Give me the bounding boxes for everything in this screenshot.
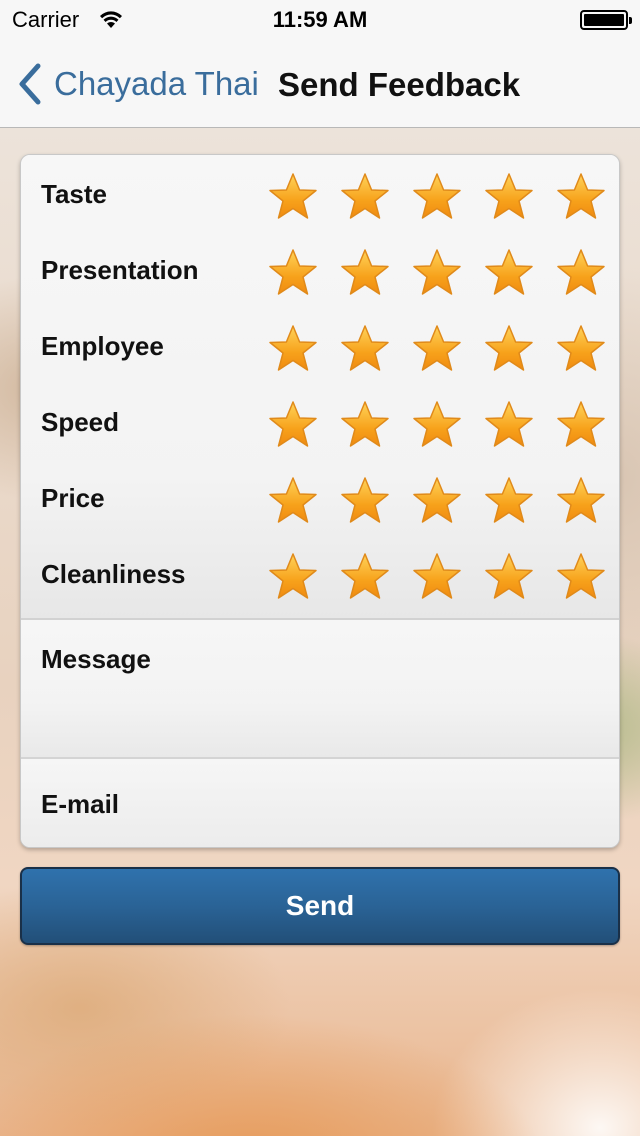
page-title: Send Feedback (278, 66, 521, 103)
star-filled-icon[interactable] (266, 551, 320, 605)
star-filled-icon[interactable] (338, 171, 392, 225)
star-filled-icon[interactable] (410, 475, 464, 529)
rating-row-presentation: Presentation (21, 233, 619, 309)
rating-label: Taste (41, 179, 107, 209)
star-filled-icon[interactable] (338, 475, 392, 529)
star-filled-icon[interactable] (266, 323, 320, 377)
star-filled-icon[interactable] (482, 399, 536, 453)
star-filled-icon[interactable] (266, 475, 320, 529)
star-filled-icon[interactable] (482, 247, 536, 301)
star-filled-icon[interactable] (554, 399, 608, 453)
star-rating (266, 399, 619, 453)
star-filled-icon[interactable] (338, 247, 392, 301)
star-filled-icon[interactable] (266, 171, 320, 225)
star-rating (266, 247, 619, 301)
clock: 11:59 AM (272, 7, 368, 32)
star-filled-icon[interactable] (410, 399, 464, 453)
status-bar: Carrier 11:59 AM (0, 0, 640, 40)
rating-label: Cleanliness (41, 559, 186, 589)
star-filled-icon[interactable] (554, 171, 608, 225)
star-filled-icon[interactable] (482, 475, 536, 529)
rating-label: Employee (41, 331, 164, 361)
battery-icon (580, 10, 632, 30)
message-label: Message (41, 644, 151, 674)
star-filled-icon[interactable] (410, 323, 464, 377)
message-field[interactable]: Message (21, 620, 619, 759)
send-button[interactable]: Send (20, 867, 620, 945)
feedback-form: Taste Presentation Employee Speed Price … (20, 154, 620, 848)
chevron-left-icon (19, 63, 41, 105)
star-filled-icon[interactable] (338, 399, 392, 453)
back-button-label: Chayada Thai (54, 65, 259, 102)
star-rating (266, 323, 619, 377)
star-rating (266, 551, 619, 605)
star-filled-icon[interactable] (338, 551, 392, 605)
rating-row-taste: Taste (21, 157, 619, 233)
star-rating (266, 475, 619, 529)
rating-label: Presentation (41, 255, 199, 285)
email-field[interactable]: E-mail (21, 759, 619, 847)
star-filled-icon[interactable] (410, 551, 464, 605)
star-filled-icon[interactable] (410, 171, 464, 225)
star-filled-icon[interactable] (482, 323, 536, 377)
star-filled-icon[interactable] (266, 247, 320, 301)
ratings-section: Taste Presentation Employee Speed Price … (21, 155, 619, 620)
star-filled-icon[interactable] (410, 247, 464, 301)
rating-row-cleanliness: Cleanliness (21, 537, 619, 613)
back-button[interactable]: Chayada Thai (14, 62, 259, 106)
star-filled-icon[interactable] (482, 171, 536, 225)
star-filled-icon[interactable] (338, 323, 392, 377)
star-filled-icon[interactable] (554, 323, 608, 377)
rating-label: Speed (41, 407, 120, 437)
star-filled-icon[interactable] (554, 247, 608, 301)
star-rating (266, 171, 619, 225)
star-filled-icon[interactable] (482, 551, 536, 605)
email-label: E-mail (41, 789, 120, 819)
rating-row-speed: Speed (21, 385, 619, 461)
rating-row-price: Price (21, 461, 619, 537)
star-filled-icon[interactable] (554, 475, 608, 529)
star-filled-icon[interactable] (266, 399, 320, 453)
rating-row-employee: Employee (21, 309, 619, 385)
navigation-bar: Chayada Thai Send Feedback (0, 40, 640, 128)
rating-label: Price (41, 483, 105, 513)
star-filled-icon[interactable] (554, 551, 608, 605)
